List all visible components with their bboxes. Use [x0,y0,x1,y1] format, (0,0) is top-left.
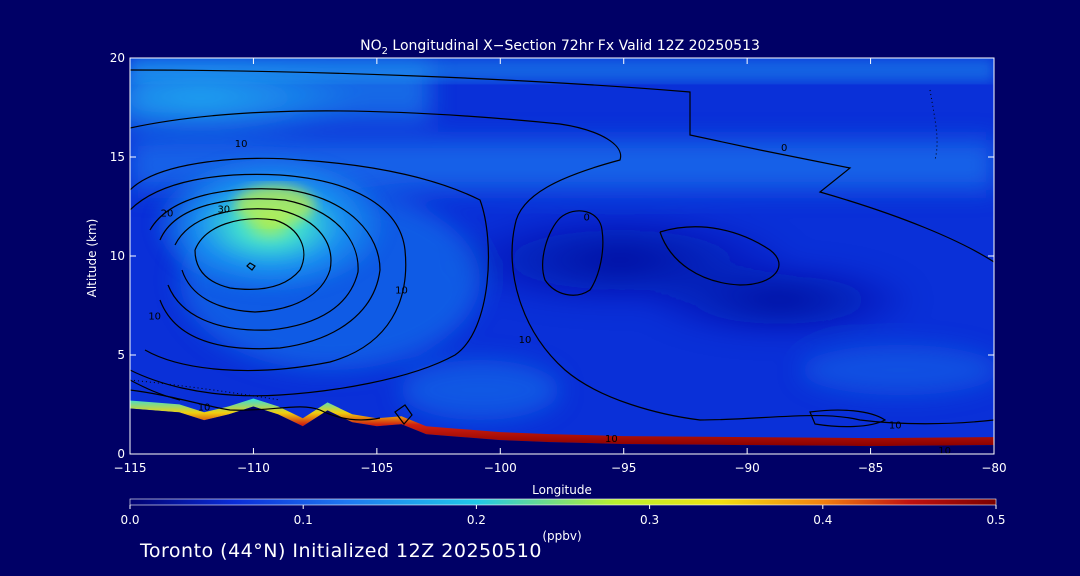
colorbar-tick-label: 0.3 [640,513,659,527]
x-tick-label: −95 [611,461,636,475]
colorbar-tick-label: 0.4 [813,513,832,527]
chart-title-rest: Longitudinal X−Section 72hr Fx Valid 12Z… [388,38,760,54]
contour-label: 10 [198,402,211,413]
x-tick-label: −105 [360,461,393,475]
y-tick-label: 0 [117,447,125,461]
x-tick-label: −90 [734,461,759,475]
colorbar-tick-label: 0.2 [467,513,486,527]
colorbar-tick-label: 0.0 [120,513,139,527]
chart-figure: NO2 Longitudinal X−Section 72hr Fx Valid… [85,38,1007,543]
contour-label: 10 [605,434,618,445]
heatmap-field [130,58,994,454]
y-axis-label: Altitude (km) [85,219,99,298]
contour-label: 10 [889,420,902,431]
contour-label: 30 [217,204,230,215]
chart-title-species: NO [360,38,382,54]
x-tick-label: −100 [484,461,517,475]
colorbar-tick-label: 0.5 [986,513,1005,527]
x-tick-label: −85 [858,461,883,475]
contour-label: 20 [161,208,174,219]
contour-label: 10 [235,139,248,150]
x-axis-label: Longitude [532,483,592,497]
chart-title: NO2 Longitudinal X−Section 72hr Fx Valid… [360,38,760,57]
contour-label: 10 [938,446,951,457]
colorbar-tick-label: 0.1 [294,513,313,527]
y-tick-label: 20 [110,51,125,65]
colorbar-unit: (ppbv) [542,529,581,543]
colorbar-gradient [130,499,996,505]
x-tick-label: −80 [981,461,1006,475]
contour-label: 0 [781,143,787,154]
y-tick-label: 15 [110,150,125,164]
x-tick-label: −110 [237,461,270,475]
x-tick-label: −115 [114,461,147,475]
contour-label: 10 [519,335,532,346]
footer-caption: Toronto (44°N) Initialized 12Z 20250510 [140,540,542,562]
colorbar: 0.0 0.1 0.2 0.3 0.4 0.5 (ppbv) [120,498,1006,543]
contour-label: 10 [395,286,408,297]
contour-label: 10 [148,311,161,322]
y-tick-label: 10 [110,249,125,263]
y-tick-label: 5 [117,348,125,362]
contour-label: 0 [583,212,589,223]
